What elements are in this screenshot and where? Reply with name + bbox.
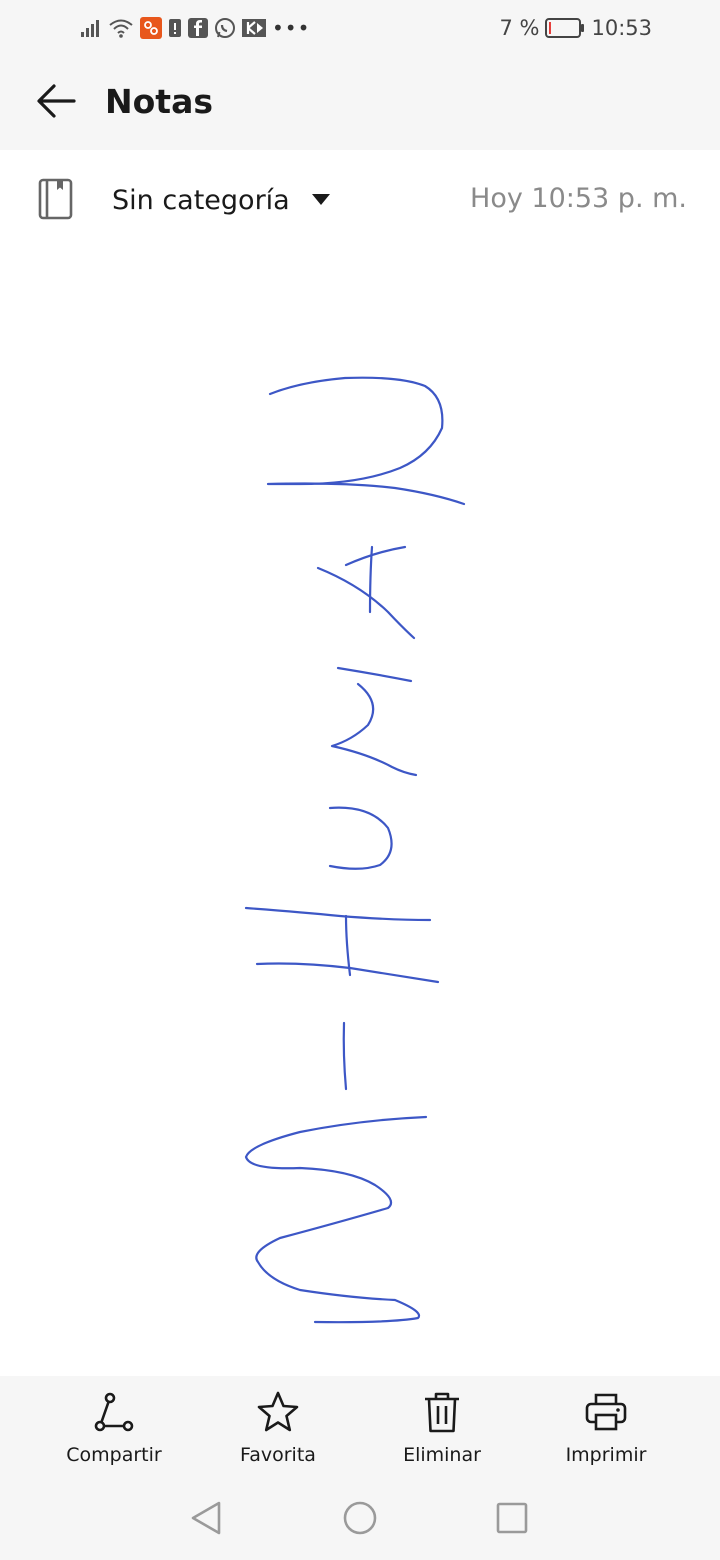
whatsapp-icon xyxy=(214,17,236,39)
ink-stroke xyxy=(255,962,440,984)
ink-stroke xyxy=(330,682,418,777)
page-title: Notas xyxy=(105,82,213,121)
category-label: Sin categoría xyxy=(112,184,290,216)
ink-stroke xyxy=(342,1021,348,1091)
system-nav-bar xyxy=(0,1494,720,1544)
video-app-icon xyxy=(242,18,266,38)
note-timestamp: Hoy 10:53 p. m. xyxy=(470,183,687,214)
print-label: Imprimir xyxy=(565,1444,647,1466)
back-button[interactable] xyxy=(30,80,82,126)
wifi-icon xyxy=(108,17,134,39)
share-icon xyxy=(92,1390,136,1438)
app-notification-icon xyxy=(140,17,162,39)
trash-icon xyxy=(420,1390,464,1438)
favorite-button[interactable]: Favorita xyxy=(203,1390,353,1480)
ink-stroke xyxy=(316,566,416,640)
share-button[interactable]: Compartir xyxy=(39,1390,189,1480)
ink-stroke xyxy=(328,806,393,870)
drawing-canvas[interactable] xyxy=(0,250,720,1376)
ink-stroke xyxy=(344,914,352,977)
signal-icon xyxy=(80,18,102,38)
circle-home-icon xyxy=(342,1500,378,1540)
status-icons-left: ••• xyxy=(80,14,310,42)
share-label: Compartir xyxy=(66,1444,162,1466)
favorite-label: Favorita xyxy=(240,1444,316,1466)
delete-label: Eliminar xyxy=(403,1444,481,1466)
nav-back-button[interactable] xyxy=(186,1500,226,1540)
triangle-back-icon xyxy=(190,1501,222,1539)
delete-button[interactable]: Eliminar xyxy=(367,1390,517,1480)
battery-percent: 7 % xyxy=(499,16,540,40)
notebook-icon xyxy=(38,178,74,224)
ink-stroke xyxy=(244,1115,428,1324)
printer-icon xyxy=(584,1390,628,1438)
more-notifications-icon: ••• xyxy=(272,16,311,40)
ink-stroke xyxy=(336,666,413,683)
battery-icon xyxy=(545,17,585,39)
arrow-left-icon xyxy=(36,83,76,123)
facebook-icon xyxy=(188,18,208,38)
status-bar: ••• 7 % 10:53 xyxy=(0,0,720,56)
caret-down-icon xyxy=(311,191,330,210)
ink-stroke xyxy=(244,906,432,922)
bottom-action-bar: Compartir Favorita Eliminar Imprimir xyxy=(0,1376,720,1560)
handwriting-strokes xyxy=(244,376,466,1324)
nav-home-button[interactable] xyxy=(340,1500,380,1540)
category-dropdown[interactable]: Sin categoría xyxy=(112,182,330,218)
status-icons-right: 7 % 10:53 xyxy=(499,14,652,42)
star-icon xyxy=(256,1390,300,1438)
alert-icon xyxy=(168,17,182,39)
clock: 10:53 xyxy=(591,16,652,40)
print-button[interactable]: Imprimir xyxy=(531,1390,681,1480)
square-recents-icon xyxy=(496,1502,528,1538)
app-bar: Notas xyxy=(0,56,720,150)
ink-stroke xyxy=(266,376,466,506)
nav-recents-button[interactable] xyxy=(492,1500,532,1540)
ink-stroke xyxy=(368,545,374,614)
ink-stroke xyxy=(344,545,407,567)
note-meta-row: Sin categoría Hoy 10:53 p. m. xyxy=(0,150,720,250)
